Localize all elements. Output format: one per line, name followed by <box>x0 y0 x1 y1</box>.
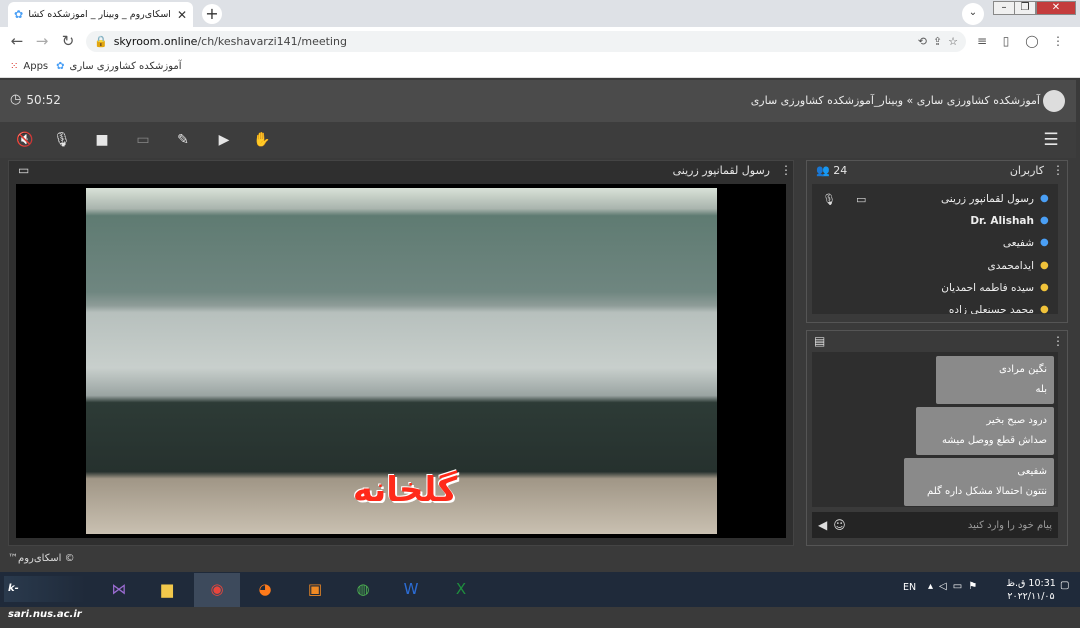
side-panel-icon[interactable]: ▯ <box>996 31 1016 51</box>
user-row[interactable]: 🎙 ▭ رسول لقمانپور زرینی ● <box>812 188 1058 210</box>
bookmark-apps[interactable]: ⁙ Apps <box>10 61 48 72</box>
person-icon: ● <box>1040 215 1049 226</box>
url-omnibox[interactable]: 🔒 skyroom.online/ch/keshavarzi141/meetin… <box>86 31 966 52</box>
raise-hand-icon[interactable]: ✋ <box>251 129 273 151</box>
chat-options-icon[interactable]: ⋮ <box>1052 334 1064 348</box>
network-icon[interactable]: ▭ <box>953 581 968 592</box>
language-indicator[interactable]: EN <box>903 582 916 593</box>
back-arrow-icon[interactable]: ← <box>7 31 27 51</box>
powerpoint-icon[interactable]: ▣ <box>300 576 330 602</box>
hamburger-menu-icon[interactable]: ☰ <box>1040 129 1062 151</box>
screen-icon[interactable]: ▭ <box>856 193 866 206</box>
chat-message: درود صبح بخیر صداش قطع ووصل میشه <box>916 407 1054 455</box>
url-text: skyroom.online/ch/keshavarzi141/meeting <box>113 35 347 48</box>
presenter-name: رسول لقمانپور زرینی <box>672 164 770 177</box>
chat-message: شفیعی نتتون احتمالا مشکل داره گلم <box>904 458 1054 506</box>
emoji-icon[interactable]: ☺ <box>833 518 846 532</box>
play-media-icon[interactable]: ▶ <box>213 129 235 151</box>
user-avatar-icon[interactable] <box>1043 90 1065 112</box>
camera-icon[interactable]: ■ <box>91 129 113 151</box>
chevron-up-icon[interactable]: ▴ <box>928 581 939 592</box>
person-icon: ● <box>1040 282 1049 293</box>
tab-search-chevron-icon[interactable]: ⌄ <box>962 3 984 25</box>
notification-icon[interactable]: ▢ <box>1060 580 1074 594</box>
mic-muted-icon[interactable]: 🎙 <box>51 129 73 151</box>
window-close-button[interactable]: ✕ <box>1036 1 1076 15</box>
screen-share-icon[interactable]: ▭ <box>132 129 154 151</box>
browser-tab[interactable]: ✿ اسکای‌روم _ وبینار _ آموزشکده کشاورزی … <box>8 2 193 27</box>
speaker-muted-icon[interactable]: 🔇 <box>14 129 36 151</box>
profile-avatar-icon[interactable]: ◯ <box>1022 31 1042 51</box>
user-row[interactable]: Dr. Alishah ● <box>812 210 1058 232</box>
lock-icon: 🔒 <box>94 35 108 48</box>
chat-messages[interactable]: نگین مرادی بله درود صبح بخیر صداش قطع وو… <box>812 352 1058 507</box>
tab-title: اسکای‌روم _ وبینار _ آموزشکده کشاورزی ..… <box>29 9 171 20</box>
person-icon: ● <box>1040 193 1049 204</box>
chat-message-input[interactable] <box>851 519 1052 531</box>
firefox-icon[interactable]: ◕ <box>250 576 280 602</box>
system-tray[interactable]: ▴◁▭⚑ <box>928 581 983 592</box>
flag-icon[interactable]: ⚑ <box>968 581 983 592</box>
person-icon: ● <box>1040 260 1049 271</box>
microphone-icon[interactable]: 🎙 <box>822 193 836 206</box>
person-icon: ● <box>1040 237 1049 248</box>
volume-icon[interactable]: ◁ <box>939 581 953 592</box>
video-options-icon[interactable]: ⋮ <box>780 163 792 177</box>
internet-download-icon[interactable]: ◍ <box>348 576 378 602</box>
users-options-icon[interactable]: ⋮ <box>1052 163 1064 177</box>
file-explorer-icon[interactable]: ▆ <box>152 576 182 602</box>
taskbar-clock[interactable]: 10:31 ق.ظ ۲۰۲۲/۱۱/۰۵ <box>1006 577 1056 603</box>
video-caption: گلخانه <box>352 470 458 510</box>
bookmark-skyroom[interactable]: ✿ آموزشکده کشاورزی ساری <box>56 61 181 72</box>
meeting-timer: ◷ 50:52 <box>10 92 61 107</box>
send-arrow-icon[interactable]: ◀ <box>818 518 827 532</box>
window-minimize-button[interactable]: – <box>993 1 1015 15</box>
browser-menu-icon[interactable]: ⋮ <box>1048 31 1068 51</box>
share-icon[interactable]: ⇪ <box>933 35 942 48</box>
person-icon: ● <box>1040 304 1049 315</box>
star-bookmark-icon[interactable]: ☆ <box>948 35 958 48</box>
user-row[interactable]: ایدامحمدی ● <box>812 255 1058 277</box>
clock-icon: ◷ <box>10 92 22 107</box>
bookmarks-bar: ⁙ Apps ✿ آموزشکده کشاورزی ساری <box>0 55 1080 78</box>
skyroom-logo-icon: ✿ <box>56 60 65 72</box>
reload-icon[interactable]: ↻ <box>58 31 78 51</box>
translate-icon[interactable]: ⟲ <box>918 35 927 48</box>
brush-icon[interactable]: ✎ <box>172 129 194 151</box>
chat-input-bar: ◀ ☺ <box>812 512 1058 538</box>
word-icon[interactable]: W <box>396 576 426 602</box>
copyright: © اسکای‌روم™ <box>8 553 75 564</box>
visual-studio-icon[interactable]: ⋈ <box>104 576 134 602</box>
screen-display-icon[interactable]: ▭ <box>18 163 29 177</box>
new-tab-button[interactable]: + <box>202 4 222 24</box>
tab-close-icon[interactable]: ✕ <box>177 8 187 22</box>
user-row[interactable]: شفیعی ● <box>812 232 1058 254</box>
users-group-icon: 👥 <box>816 164 830 177</box>
user-row[interactable]: محمد حسنعلی زاده ● <box>812 299 1058 314</box>
skyroom-favicon-icon: ✿ <box>14 8 24 21</box>
reading-list-icon[interactable]: ≡ <box>972 31 992 51</box>
apps-grid-icon: ⁙ <box>10 60 19 72</box>
room-title: آموزشکده کشاورزی ساری » وبینار_آموزشکده … <box>750 94 1040 107</box>
start-button[interactable]: k-sari.nus.ac.ir <box>4 576 86 620</box>
chrome-icon[interactable]: ◉ <box>202 576 232 602</box>
window-maximize-button[interactable]: ❐ <box>1014 1 1036 15</box>
users-count: 👥 24 <box>816 164 848 177</box>
user-row[interactable]: سیده فاطمه احمدیان ● <box>812 277 1058 299</box>
users-panel-title: کاربران <box>1009 164 1044 177</box>
forward-arrow-icon[interactable]: → <box>32 31 52 51</box>
chat-message: نگین مرادی بله <box>936 356 1054 404</box>
chat-bubble-icon: ▤ <box>814 334 826 348</box>
excel-icon[interactable]: X <box>446 576 476 602</box>
meeting-toolbar <box>0 122 1076 158</box>
users-list[interactable]: 🎙 ▭ رسول لقمانپور زرینی ● Dr. Alishah ● … <box>812 184 1058 314</box>
